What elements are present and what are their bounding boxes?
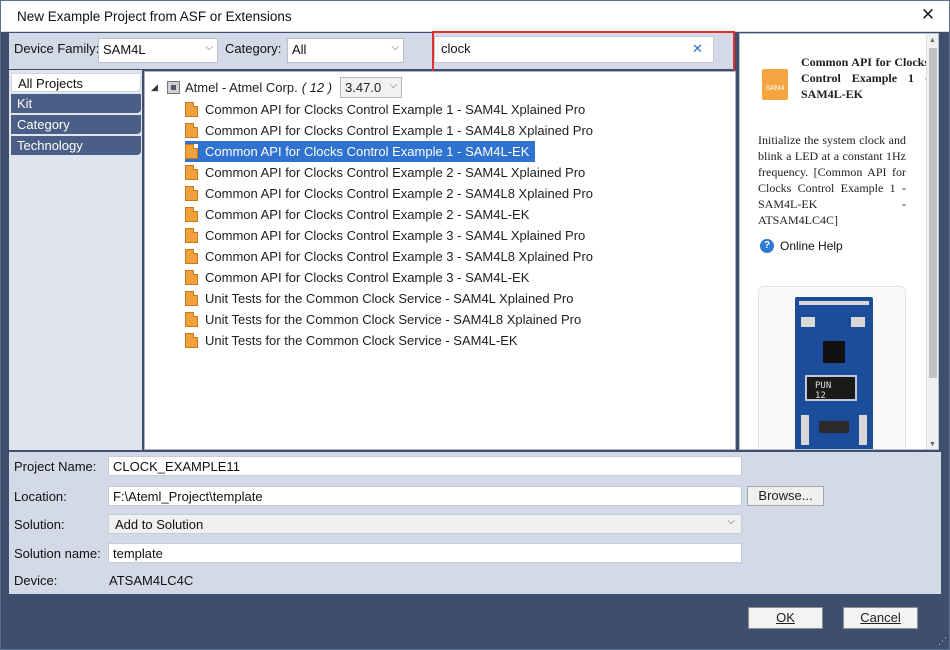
tree-item[interactable]: Unit Tests for the Common Clock Service … — [185, 288, 579, 309]
chevron-down-icon: ⌵ — [727, 516, 735, 527]
category-select[interactable]: All ⌵ — [287, 38, 404, 63]
tree-item-label: Unit Tests for the Common Clock Service … — [205, 333, 518, 348]
category-tab-all-projects[interactable]: All Projects — [11, 73, 141, 92]
category-value: All — [292, 42, 307, 57]
tree-item[interactable]: Common API for Clocks Control Example 1 … — [185, 120, 599, 141]
tree-item-label: Unit Tests for the Common Clock Service … — [205, 291, 574, 306]
board-image-frame: PUN 12 — [758, 286, 906, 449]
tree-item[interactable]: Common API for Clocks Control Example 3 … — [185, 246, 599, 267]
example-doc-icon — [185, 102, 198, 117]
tree-item-label: Common API for Clocks Control Example 2 … — [205, 186, 594, 201]
tree-item-label: Common API for Clocks Control Example 1 … — [205, 144, 530, 159]
tree-item[interactable]: Common API for Clocks Control Example 3 … — [185, 267, 535, 288]
online-help-link[interactable]: ? Online Help — [760, 239, 843, 253]
browse-button[interactable]: Browse... — [747, 486, 824, 506]
version-value: 3.47.0 — [345, 79, 382, 95]
location-label: Location: — [14, 489, 67, 504]
category-tab-category[interactable]: Category — [11, 115, 141, 134]
item-count: ( 12 ) — [301, 79, 333, 95]
location-field[interactable]: F:\Ateml_Project\template — [108, 486, 742, 506]
example-doc-icon — [185, 186, 198, 201]
tree-item-label: Common API for Clocks Control Example 3 … — [205, 228, 586, 243]
solution-label: Solution: — [14, 517, 65, 532]
solution-name-label: Solution name: — [14, 546, 101, 561]
project-info-panel: SAM4 Common API for Clocks Control Examp… — [739, 33, 939, 450]
example-doc-icon — [185, 207, 198, 222]
example-doc-icon — [185, 312, 198, 327]
tree-item-label: Common API for Clocks Control Example 1 … — [205, 123, 594, 138]
device-family-value: SAM4L — [103, 42, 146, 57]
category-tab-kit[interactable]: Kit — [11, 94, 141, 113]
project-tree: ◢ Atmel - Atmel Corp. ( 12 ) 3.47.0 ⌵ Co… — [144, 71, 736, 450]
board-lcd: PUN 12 — [805, 375, 857, 401]
search-value: clock — [441, 41, 471, 56]
chip-icon — [167, 80, 180, 94]
category-label: Category: — [225, 41, 282, 56]
tree-item[interactable]: Common API for Clocks Control Example 1 … — [185, 141, 536, 162]
scroll-up-icon[interactable]: ▲ — [929, 37, 936, 44]
example-doc-icon — [185, 165, 198, 180]
solution-name-field[interactable]: template — [108, 543, 742, 563]
category-tab-technology[interactable]: Technology — [11, 136, 141, 155]
scroll-down-icon[interactable]: ▼ — [929, 441, 936, 448]
tree-item[interactable]: Common API for Clocks Control Example 2 … — [185, 204, 535, 225]
search-input[interactable]: clock ✕ — [434, 36, 714, 63]
example-project-dialog: New Example Project from ASF or Extensio… — [0, 0, 950, 650]
ok-label: OK — [776, 610, 795, 625]
solution-value: Add to Solution — [115, 517, 204, 532]
tree-item-label: Common API for Clocks Control Example 2 … — [205, 165, 586, 180]
tree-root-node[interactable]: ◢ Atmel - Atmel Corp. ( 12 ) 3.47.0 ⌵ — [151, 76, 403, 98]
info-description: Initialize the system clock and blink a … — [758, 133, 906, 227]
cancel-label: Cancel — [860, 610, 901, 625]
filter-bar: Device Family: SAM4L ⌵ Category: All ⌵ c… — [9, 33, 735, 69]
info-scrollbar[interactable]: ▲ ▼ — [926, 34, 938, 449]
online-help-label: Online Help — [780, 239, 843, 253]
info-title: Common API for Clocks Control Example 1 … — [801, 55, 929, 101]
chevron-down-icon: ⌵ — [205, 42, 213, 53]
project-doc-icon: SAM4 — [762, 69, 788, 100]
chevron-down-icon: ⌵ — [389, 79, 398, 91]
tree-item[interactable]: Common API for Clocks Control Example 2 … — [185, 183, 599, 204]
example-doc-icon — [185, 228, 198, 243]
tree-item-label: Unit Tests for the Common Clock Service … — [205, 312, 582, 327]
resize-grip-icon[interactable]: ⋰ — [938, 636, 947, 647]
device-family-select[interactable]: SAM4L ⌵ — [98, 38, 218, 63]
example-doc-icon — [185, 291, 198, 306]
tree-item[interactable]: Common API for Clocks Control Example 1 … — [185, 99, 591, 120]
example-doc-icon — [185, 123, 198, 138]
tree-item-label: Common API for Clocks Control Example 1 … — [205, 102, 586, 117]
device-family-label: Device Family: — [14, 41, 100, 56]
example-doc-icon — [185, 249, 198, 264]
example-doc-icon — [185, 333, 198, 348]
project-name-field[interactable]: CLOCK_EXAMPLE11 — [108, 456, 742, 476]
project-name-label: Project Name: — [14, 459, 97, 474]
close-icon[interactable]: ✕ — [919, 6, 937, 24]
board-image: PUN 12 — [795, 297, 873, 449]
tree-item[interactable]: Common API for Clocks Control Example 3 … — [185, 225, 591, 246]
tree-item-label: Common API for Clocks Control Example 3 … — [205, 270, 530, 285]
ok-button[interactable]: OK — [748, 607, 823, 629]
collapse-triangle-icon[interactable]: ◢ — [151, 82, 161, 93]
tree-item-label: Common API for Clocks Control Example 3 … — [205, 249, 594, 264]
tree-item[interactable]: Unit Tests for the Common Clock Service … — [185, 309, 587, 330]
cancel-button[interactable]: Cancel — [843, 607, 918, 629]
version-select[interactable]: 3.47.0 ⌵ — [340, 76, 403, 98]
device-value: ATSAM4LC4C — [109, 573, 194, 588]
device-label: Device: — [14, 573, 58, 588]
window-title: New Example Project from ASF or Extensio… — [17, 9, 292, 24]
scrollbar-thumb[interactable] — [929, 48, 937, 378]
solution-select[interactable]: Add to Solution ⌵ — [108, 514, 742, 534]
tree-item[interactable]: Common API for Clocks Control Example 2 … — [185, 162, 591, 183]
clear-search-icon[interactable]: ✕ — [692, 42, 705, 55]
vendor-label: Atmel - Atmel Corp. — [185, 79, 298, 95]
project-settings-form: Project Name: CLOCK_EXAMPLE11 Location: … — [9, 452, 941, 594]
example-doc-icon — [185, 270, 198, 285]
help-icon: ? — [760, 239, 774, 253]
tree-item[interactable]: Unit Tests for the Common Clock Service … — [185, 330, 524, 351]
example-doc-icon — [185, 144, 198, 159]
chevron-down-icon: ⌵ — [391, 42, 399, 53]
category-panel: All Projects Kit Category Technology — [9, 70, 142, 450]
tree-item-label: Common API for Clocks Control Example 2 … — [205, 207, 530, 222]
title-bar: New Example Project from ASF or Extensio… — [1, 1, 949, 32]
